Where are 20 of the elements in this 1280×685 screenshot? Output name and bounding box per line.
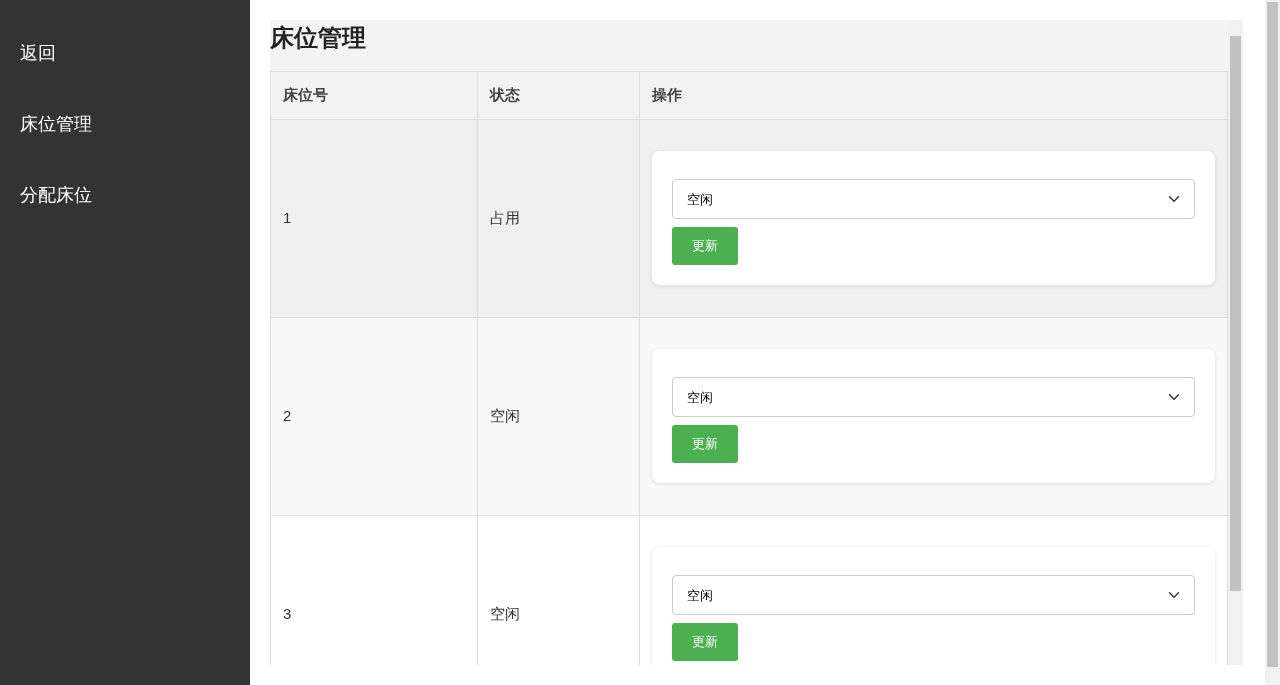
status-select[interactable]: 空闲 bbox=[672, 575, 1195, 616]
table-cell: 3 bbox=[270, 515, 478, 665]
sidebar-link[interactable]: 分配床位 bbox=[0, 172, 250, 219]
sidebar-link[interactable]: 床位管理 bbox=[0, 101, 250, 148]
table-cell: 2 bbox=[270, 317, 478, 515]
column-header: 操作 bbox=[639, 71, 1228, 119]
page-title: 床位管理 bbox=[270, 23, 367, 53]
table-cell: 空闲 bbox=[477, 317, 640, 515]
table-cell: 占用 bbox=[477, 119, 640, 317]
column-header: 状态 bbox=[477, 71, 640, 119]
status-select[interactable]: 空闲 bbox=[672, 377, 1195, 418]
scrollbar[interactable] bbox=[1228, 20, 1243, 665]
table-cell: 空闲 bbox=[477, 515, 640, 665]
status-select[interactable]: 空闲 bbox=[672, 179, 1195, 220]
table-cell: 1 bbox=[270, 119, 478, 317]
scrollbar-thumb[interactable] bbox=[1267, 2, 1278, 667]
sidebar-link[interactable]: 返回 bbox=[0, 30, 250, 77]
scrollbar-thumb[interactable] bbox=[1230, 36, 1241, 591]
column-header: 床位号 bbox=[270, 71, 478, 119]
page-scrollbar[interactable] bbox=[1265, 0, 1280, 685]
